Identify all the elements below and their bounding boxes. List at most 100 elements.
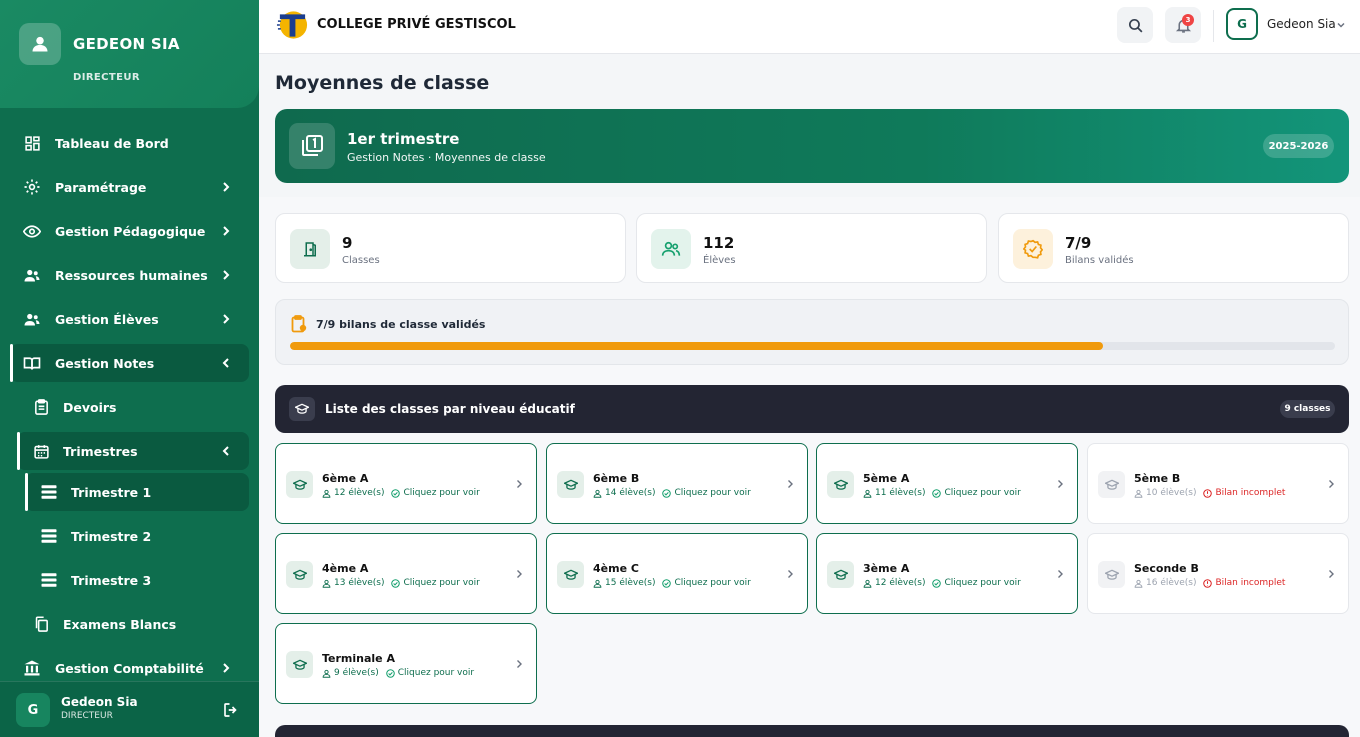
graduation-cap-icon <box>286 651 313 678</box>
header-user-name: Gedeon Sia <box>1267 17 1336 31</box>
search-button[interactable] <box>1117 7 1153 43</box>
page-title: Moyennes de classe <box>275 72 490 94</box>
notifications-button[interactable]: 3 <box>1165 7 1201 43</box>
error-circle-icon <box>1203 488 1213 498</box>
banner-subtitle: Gestion Notes · Moyennes de classe <box>347 151 546 164</box>
person-icon <box>593 489 602 498</box>
chevron-left-icon <box>222 446 229 456</box>
sidebar-item-trimestre-1[interactable]: Trimestre 1 <box>25 473 249 511</box>
avatar: G <box>16 693 50 727</box>
stat-value: 112 <box>703 234 735 252</box>
dashboard-icon <box>23 134 41 152</box>
stat-card-eleves: 112 Élèves <box>636 213 987 283</box>
graduation-cap-icon <box>289 397 315 421</box>
class-meta: 13 élève(s) Cliquez pour voir <box>322 578 480 588</box>
class-name: Terminale A <box>322 652 395 665</box>
clipboard-icon <box>32 398 50 416</box>
stat-value: 9 <box>342 234 353 252</box>
graduation-cap-icon <box>286 561 313 588</box>
sidebar-item-ressources-humaines[interactable]: Ressources humaines <box>0 253 259 297</box>
class-card[interactable]: Seconde B 16 élève(s) Bilan incomplet <box>1087 533 1349 614</box>
sidebar-footer: G Gedeon Sia DIRECTEUR <box>0 681 259 737</box>
class-meta: 16 élève(s) Bilan incomplet <box>1134 578 1285 588</box>
chevron-right-icon <box>223 663 230 673</box>
class-name: 4ème C <box>593 562 639 575</box>
trimester-icon <box>40 527 58 545</box>
class-card[interactable]: 4ème A 13 élève(s) Cliquez pour voir <box>275 533 537 614</box>
stat-label: Bilans validés <box>1065 255 1134 266</box>
sidebar-item-trimestre-3[interactable]: Trimestre 3 <box>0 558 259 602</box>
class-name: 3ème A <box>863 562 910 575</box>
person-icon <box>1134 579 1143 588</box>
chevron-right-icon <box>517 480 522 488</box>
chevron-left-icon <box>222 358 229 368</box>
footer-user-role: DIRECTEUR <box>61 711 113 721</box>
sidebar-item-gestion-eleves[interactable]: Gestion Élèves <box>0 297 259 341</box>
chevron-right-icon <box>1329 570 1334 578</box>
sidebar-item-trimestre-2[interactable]: Trimestre 2 <box>0 514 259 558</box>
chevron-right-icon <box>517 660 522 668</box>
door-icon <box>290 229 330 269</box>
sidebar-item-label: Gestion Pédagogique <box>55 223 206 239</box>
logout-icon[interactable] <box>222 701 240 719</box>
class-card[interactable]: 3ème A 12 élève(s) Cliquez pour voir <box>816 533 1078 614</box>
student-count: 14 élève(s) <box>593 488 655 498</box>
students-icon <box>23 310 41 328</box>
progress-fill <box>290 342 1103 350</box>
stat-value: 7/9 <box>1065 234 1092 252</box>
class-status-text: Cliquez pour voir <box>403 488 480 498</box>
chevron-right-icon <box>788 480 793 488</box>
class-list-title: Liste des classes par niveau éducatif <box>325 402 575 416</box>
class-card[interactable]: Terminale A 9 élève(s) Cliquez pour voir <box>275 623 537 704</box>
class-card[interactable]: 6ème A 12 élève(s) Cliquez pour voir <box>275 443 537 524</box>
sidebar-item-gestion-pedagogique[interactable]: Gestion Pédagogique <box>0 209 259 253</box>
class-card[interactable]: 5ème A 11 élève(s) Cliquez pour voir <box>816 443 1078 524</box>
sidebar-item-trimestres[interactable]: Trimestres <box>17 432 249 470</box>
bank-icon <box>23 659 41 677</box>
graduation-cap-icon <box>557 471 584 498</box>
profile-name: GEDEON SIA <box>73 35 180 53</box>
eye-icon <box>23 222 41 240</box>
class-card[interactable]: 4ème C 15 élève(s) Cliquez pour voir <box>546 533 808 614</box>
student-count-text: 10 élève(s) <box>1146 488 1197 498</box>
class-meta: 9 élève(s) Cliquez pour voir <box>322 668 474 678</box>
person-icon <box>322 489 331 498</box>
sidebar-item-label: Gestion Élèves <box>55 311 159 327</box>
user-icon <box>19 23 61 65</box>
class-card[interactable]: 5ème B 10 élève(s) Bilan incomplet <box>1087 443 1349 524</box>
class-name: 6ème A <box>322 472 369 485</box>
graduation-cap-icon <box>827 561 854 588</box>
gear-icon <box>23 178 41 196</box>
copy-icon <box>32 615 50 633</box>
student-count-text: 16 élève(s) <box>1146 578 1197 588</box>
person-icon <box>863 579 872 588</box>
class-status-text: Cliquez pour voir <box>944 488 1021 498</box>
class-status-text: Bilan incomplet <box>1215 488 1286 498</box>
sidebar-item-tableau-de-bord[interactable]: Tableau de Bord <box>0 121 259 165</box>
class-status: Cliquez pour voir <box>932 578 1021 588</box>
progress-track <box>290 342 1335 350</box>
book-icon <box>23 354 41 372</box>
student-count: 13 élève(s) <box>322 578 384 588</box>
sidebar-item-label: Paramétrage <box>55 179 147 195</box>
class-name: Seconde B <box>1134 562 1199 575</box>
class-name: 5ème B <box>1134 472 1181 485</box>
chevron-down-icon <box>1337 22 1345 28</box>
sidebar-item-devoirs[interactable]: Devoirs <box>0 385 259 429</box>
avatar: G <box>1226 8 1258 40</box>
user-menu[interactable]: G Gedeon Sia <box>1226 8 1356 42</box>
top-header: COLLEGE PRIVÉ GESTISCOL 3 G Gedeon Sia <box>259 0 1360 54</box>
chevron-right-icon <box>223 270 230 280</box>
person-icon <box>593 579 602 588</box>
sidebar-item-label: Trimestres <box>63 443 138 459</box>
class-meta: 12 élève(s) Cliquez pour voir <box>322 488 480 498</box>
sidebar-item-gestion-notes[interactable]: Gestion Notes <box>10 344 249 382</box>
check-circle-icon <box>932 488 942 498</box>
error-circle-icon <box>1203 578 1213 588</box>
sidebar-item-examens-blancs[interactable]: Examens Blancs <box>0 602 259 646</box>
class-status: Cliquez pour voir <box>662 488 751 498</box>
class-status: Cliquez pour voir <box>391 488 480 498</box>
sidebar-item-parametrage[interactable]: Paramétrage <box>0 165 259 209</box>
class-card[interactable]: 6ème B 14 élève(s) Cliquez pour voir <box>546 443 808 524</box>
class-status: Cliquez pour voir <box>391 578 480 588</box>
